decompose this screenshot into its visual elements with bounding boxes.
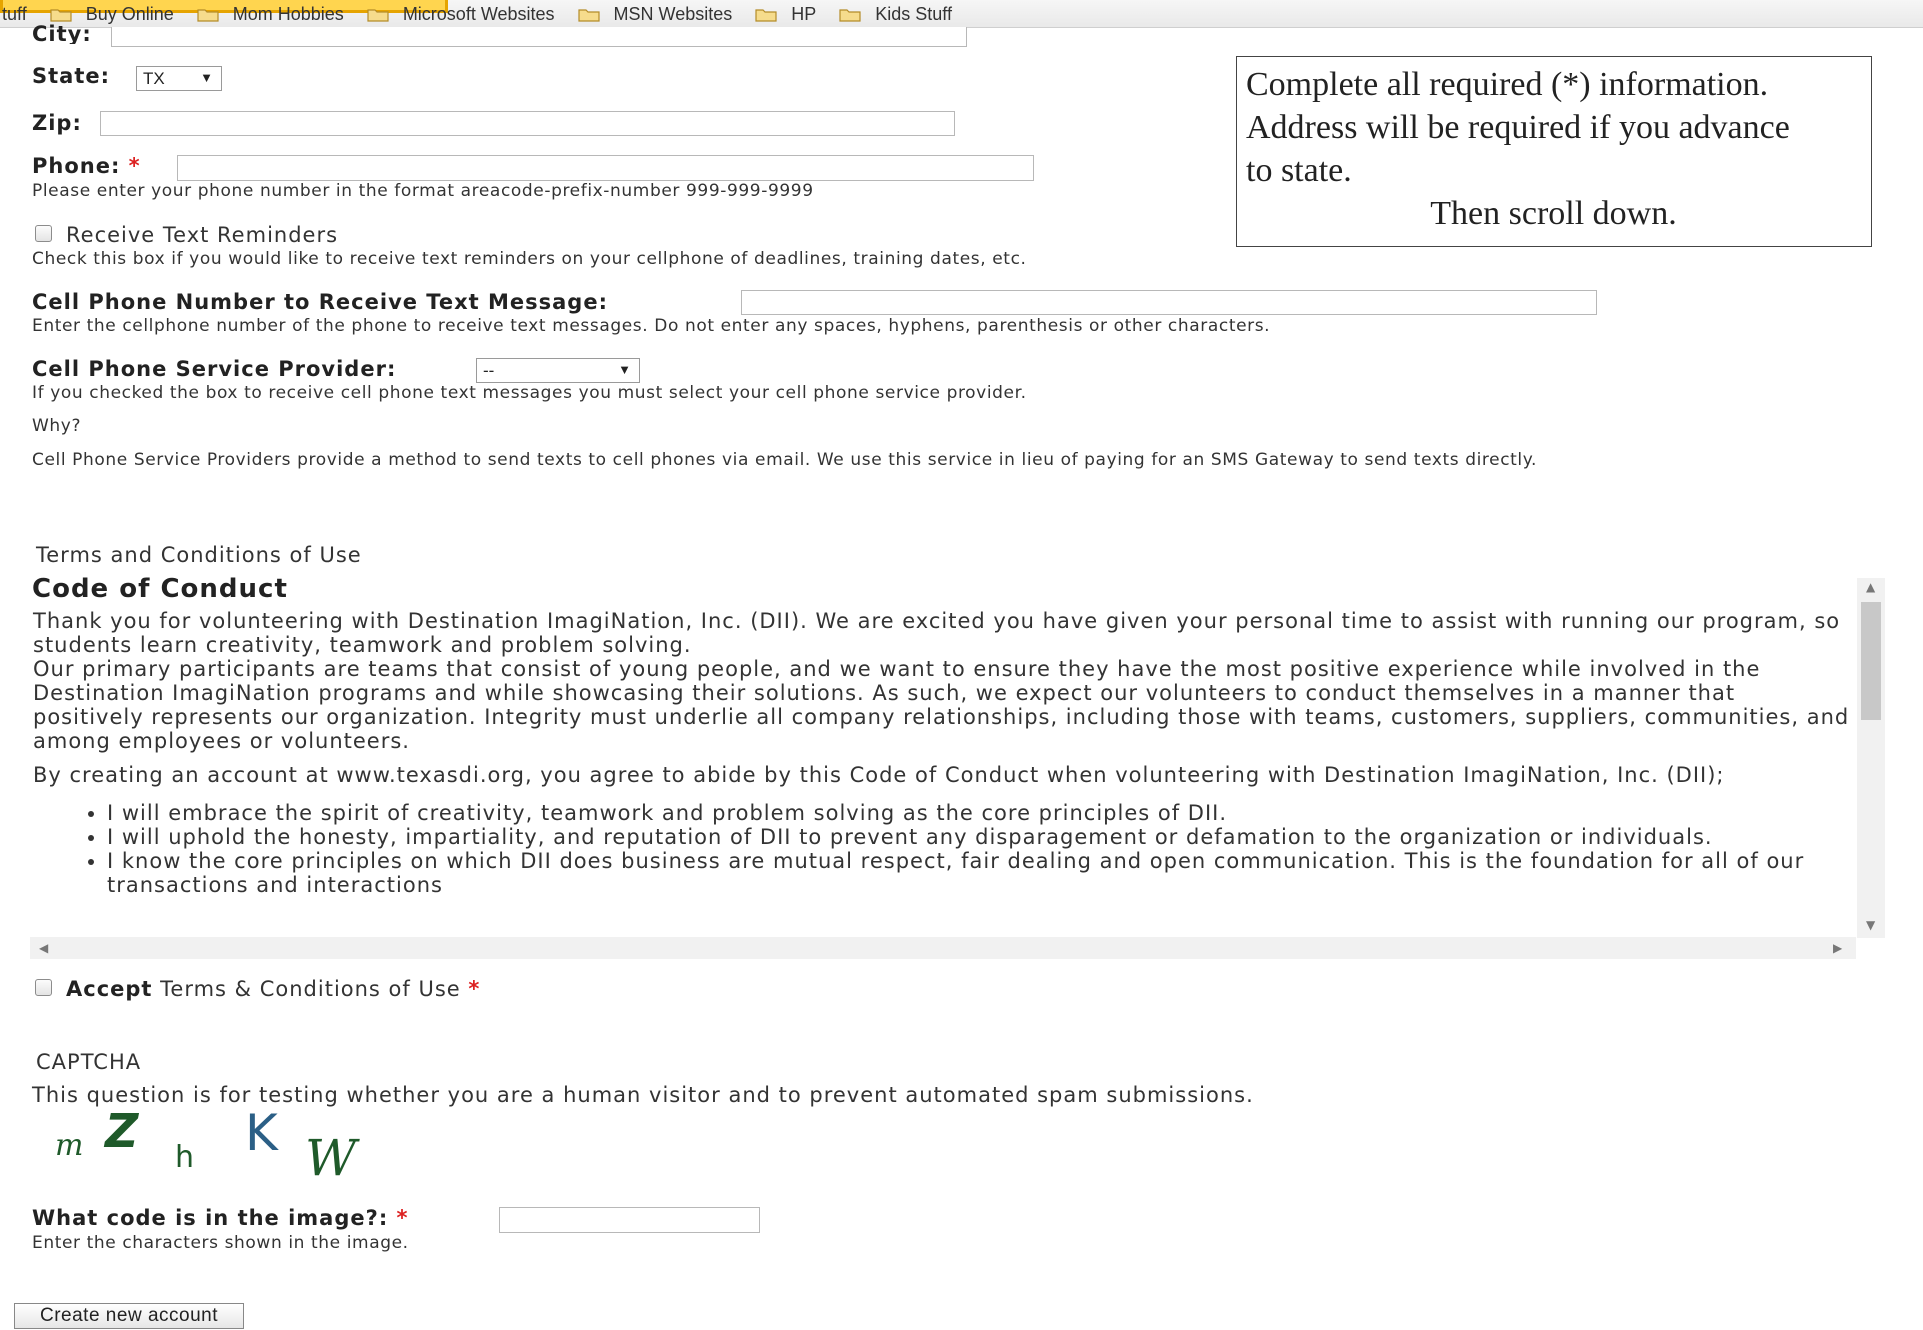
provider-select[interactable]: -- ▼ xyxy=(476,358,640,383)
terms-paragraph: By creating an account at www.texasdi.or… xyxy=(33,763,1725,787)
folder-icon xyxy=(197,7,219,22)
terms-paragraph: Our primary participants are teams that … xyxy=(33,657,1850,753)
required-mark: * xyxy=(468,977,481,1001)
terms-content: Thank you for volunteering with Destinat… xyxy=(33,609,1853,897)
svg-text:m: m xyxy=(55,1128,83,1163)
folder-icon xyxy=(755,7,777,22)
list-item: I will uphold the honesty, impartiality,… xyxy=(107,825,1853,849)
text-reminders-label: Receive Text Reminders xyxy=(66,223,339,247)
state-label: State: xyxy=(32,64,111,88)
state-select-value: TX xyxy=(143,68,165,88)
captcha-question-text: What code is in the image?: xyxy=(32,1206,389,1230)
terms-legend: Terms and Conditions of Use xyxy=(36,543,362,567)
terms-paragraph: Thank you for volunteering with Destinat… xyxy=(33,609,1841,657)
scroll-left-icon[interactable]: ◀ xyxy=(39,941,48,955)
bookmark-microsoft-websites[interactable]: Microsoft Websites xyxy=(367,4,555,25)
bookmarks-bar: tuff Buy Online Mom Hobbies Microsoft We… xyxy=(0,0,1923,28)
folder-icon xyxy=(839,7,861,22)
phone-description: Please enter your phone number in the fo… xyxy=(32,181,814,201)
phone-label-text: Phone: xyxy=(32,154,121,178)
terms-scroll-box[interactable]: Thank you for volunteering with Destinat… xyxy=(30,573,1870,959)
bookmark-stuff[interactable]: tuff xyxy=(2,4,27,25)
bookmark-label: Kids Stuff xyxy=(875,4,952,24)
zip-input[interactable] xyxy=(100,111,955,136)
city-input[interactable] xyxy=(111,27,967,47)
provider-description: If you checked the box to receive cell p… xyxy=(32,383,1027,403)
zip-label: Zip: xyxy=(32,111,82,135)
captcha-description: This question is for testing whether you… xyxy=(32,1083,1254,1107)
folder-icon xyxy=(577,7,600,22)
captcha-legend: CAPTCHA xyxy=(36,1050,142,1074)
bookmark-label: HP xyxy=(791,4,817,24)
accept-terms-label: Accept Terms & Conditions of Use * xyxy=(66,977,480,1001)
accept-bold-text: Accept xyxy=(66,977,153,1001)
scroll-right-icon[interactable]: ▶ xyxy=(1833,941,1842,955)
svg-text:h: h xyxy=(175,1140,194,1175)
notice-line: Complete all required (*) information. xyxy=(1246,66,1769,103)
bookmark-mom-hobbies[interactable]: Mom Hobbies xyxy=(197,4,344,25)
svg-text:W: W xyxy=(305,1129,360,1185)
captcha-question-description: Enter the characters shown in the image. xyxy=(32,1233,409,1253)
why-description: Cell Phone Service Providers provide a m… xyxy=(32,450,1537,470)
cell-number-label: Cell Phone Number to Receive Text Messag… xyxy=(32,290,608,314)
cell-number-description: Enter the cellphone number of the phone … xyxy=(32,316,1271,336)
notice-line: Then scroll down. xyxy=(1430,195,1677,232)
scroll-up-icon[interactable]: ▲ xyxy=(1866,580,1875,594)
chevron-down-icon: ▼ xyxy=(200,70,213,85)
captcha-input[interactable] xyxy=(499,1207,760,1233)
bookmark-hp[interactable]: HP xyxy=(755,4,816,25)
bookmark-msn-websites[interactable]: MSN Websites xyxy=(577,4,733,25)
folder-icon xyxy=(50,7,72,22)
bookmark-label: Mom Hobbies xyxy=(232,4,344,24)
cell-number-input[interactable] xyxy=(741,290,1597,315)
state-select[interactable]: TX ▼ xyxy=(136,66,222,91)
phone-label: Phone: * xyxy=(32,154,141,178)
city-label: City: xyxy=(32,22,92,44)
scroll-down-icon[interactable]: ▼ xyxy=(1866,918,1875,932)
bookmark-label: Microsoft Websites xyxy=(402,4,555,24)
notice-line: Address will be required if you advance xyxy=(1246,109,1790,146)
terms-horizontal-scrollbar[interactable]: ◀ ▶ xyxy=(30,937,1856,959)
provider-label: Cell Phone Service Provider: xyxy=(32,357,397,381)
captcha-question-label: What code is in the image?: * xyxy=(32,1206,409,1230)
list-item: I know the core principles on which DII … xyxy=(107,849,1853,897)
terms-vertical-scrollbar[interactable]: ▲ ▼ xyxy=(1857,578,1885,938)
scrollbar-thumb[interactable] xyxy=(1861,602,1881,720)
required-mark: * xyxy=(128,154,141,178)
accept-terms-checkbox[interactable] xyxy=(35,979,52,996)
bookmark-label: tuff xyxy=(2,4,27,24)
bookmark-label: Buy Online xyxy=(85,4,174,24)
required-mark: * xyxy=(396,1206,409,1230)
bookmark-kids-stuff[interactable]: Kids Stuff xyxy=(839,4,952,25)
svg-text:K: K xyxy=(245,1105,279,1162)
create-account-button[interactable]: Create new account xyxy=(14,1303,244,1329)
accept-rest-text: Terms & Conditions of Use xyxy=(160,977,461,1001)
phone-input[interactable] xyxy=(177,155,1034,181)
terms-list: I will embrace the spirit of creativity,… xyxy=(33,801,1853,897)
list-item: I will embrace the spirit of creativity,… xyxy=(107,801,1853,825)
text-reminders-checkbox[interactable] xyxy=(35,225,52,242)
bookmark-label: MSN Websites xyxy=(613,4,733,24)
text-reminders-description: Check this box if you would like to rece… xyxy=(32,249,1027,269)
notice-line: to state. xyxy=(1246,152,1352,189)
provider-select-value: -- xyxy=(483,360,495,380)
instructions-notice: Complete all required (*) information. A… xyxy=(1236,56,1872,247)
why-text: Why? xyxy=(32,416,82,436)
chevron-down-icon: ▼ xyxy=(618,362,631,377)
svg-text:Z: Z xyxy=(103,1105,140,1158)
captcha-image: m Z h K W xyxy=(55,1105,360,1185)
folder-icon xyxy=(367,7,389,22)
